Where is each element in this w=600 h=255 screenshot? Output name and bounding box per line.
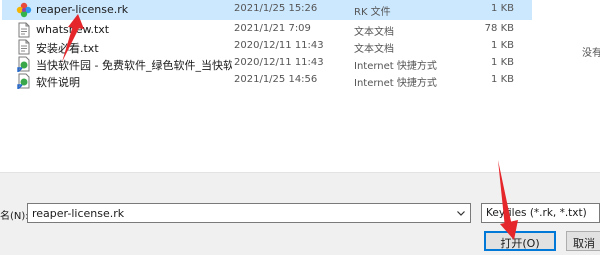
file-row-software-readme[interactable]: 软件说明 2021/1/25 14:56 Internet 快捷方式 1 KB	[2, 71, 532, 91]
file-name: whatsnew.txt	[36, 23, 110, 36]
internet-shortcut-icon	[17, 56, 30, 72]
file-size: 78 KB	[484, 23, 514, 34]
preview-placeholder-text: 没有	[582, 48, 600, 59]
open-button[interactable]: 打开(O)	[484, 231, 556, 251]
file-date: 2021/1/25 14:56	[234, 74, 318, 85]
filename-label: 名(N):	[0, 211, 29, 222]
file-date: 2020/12/11 11:43	[234, 57, 324, 68]
cancel-button-label: 取消	[573, 237, 595, 250]
file-list: reaper-license.rk 2021/1/25 15:26 RK 文件 …	[0, 0, 548, 172]
file-size: 1 KB	[491, 3, 514, 14]
file-date: 2020/12/11 11:43	[234, 40, 324, 51]
internet-shortcut-icon	[17, 73, 30, 89]
filename-value: reaper-license.rk	[32, 207, 125, 220]
file-date: 2021/1/25 15:26	[234, 3, 318, 14]
file-type-filter-value: Keyfiles (*.rk, *.txt)	[486, 207, 587, 219]
cancel-button[interactable]: 取消	[566, 231, 600, 251]
file-type: Internet 快捷方式	[354, 78, 437, 89]
text-file-icon	[18, 22, 30, 38]
file-type: 文本文档	[354, 44, 394, 55]
file-size: 1 KB	[491, 74, 514, 85]
file-size: 1 KB	[491, 57, 514, 68]
filename-input[interactable]: reaper-license.rk	[27, 203, 471, 223]
file-type: Internet 快捷方式	[354, 61, 437, 72]
colorful-file-icon	[16, 2, 32, 18]
preview-pane: 没有	[548, 0, 600, 172]
dialog-footer: 名(N): reaper-license.rk Keyfiles (*.rk, …	[0, 172, 600, 255]
open-button-label: 打开(O)	[500, 237, 540, 250]
chevron-down-icon[interactable]	[454, 206, 468, 220]
file-type: RK 文件	[354, 7, 391, 18]
file-date: 2021/1/21 7:09	[234, 23, 311, 34]
file-size: 1 KB	[491, 40, 514, 51]
file-row-reaper-license[interactable]: reaper-license.rk 2021/1/25 15:26 RK 文件 …	[2, 0, 532, 20]
file-name: reaper-license.rk	[36, 3, 129, 16]
file-type-filter[interactable]: Keyfiles (*.rk, *.txt)	[481, 203, 600, 223]
file-name: 软件说明	[36, 76, 80, 89]
text-file-icon	[18, 39, 30, 55]
file-type: 文本文档	[354, 27, 394, 38]
